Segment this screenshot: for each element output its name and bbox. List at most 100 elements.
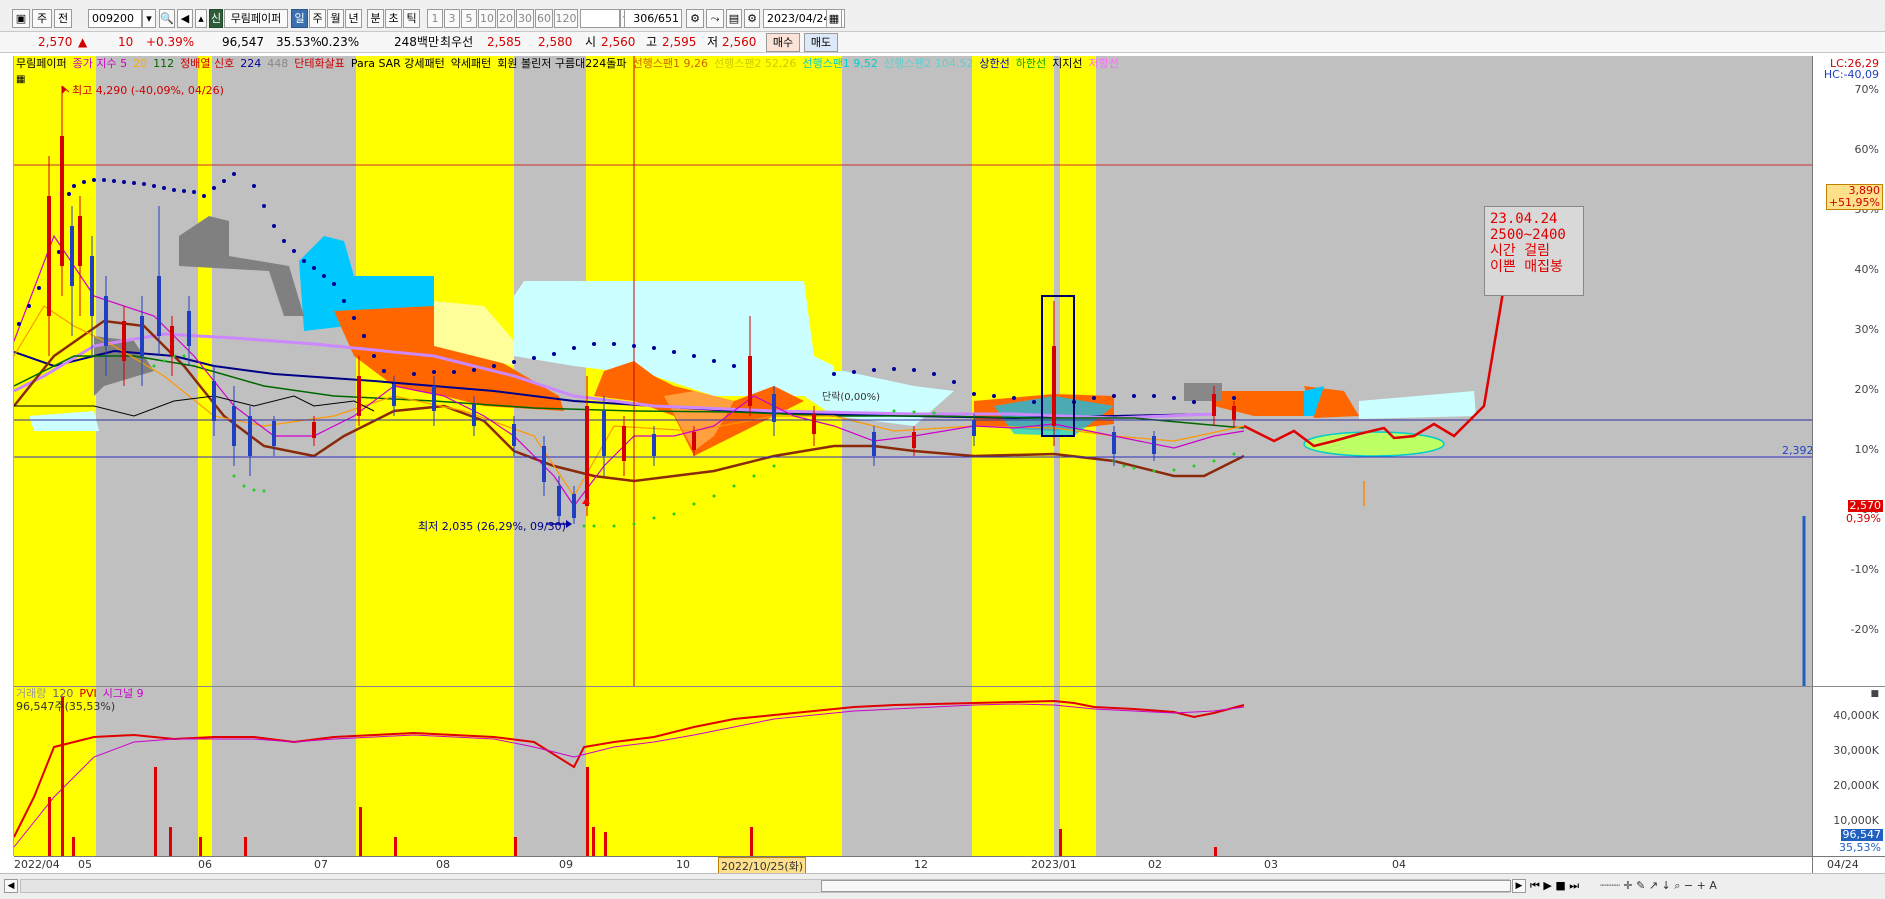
- interval-second[interactable]: 초: [385, 9, 402, 28]
- main-legend-item[interactable]: 정배열 신호: [180, 57, 234, 70]
- main-legend-item[interactable]: 저항선: [1088, 57, 1118, 70]
- layout-icon[interactable]: ▣: [12, 9, 30, 28]
- minute-5[interactable]: 5: [461, 9, 477, 28]
- volume-chart-svg: [14, 687, 1812, 856]
- main-legend-item[interactable]: 무림페이퍼: [16, 57, 67, 70]
- pencil-icon[interactable]: ✎: [1636, 879, 1645, 892]
- sell-button[interactable]: 매도: [804, 33, 838, 52]
- best-bid: 2,580: [538, 35, 573, 49]
- market-select[interactable]: 전: [54, 9, 72, 28]
- interval-minute[interactable]: 분: [367, 9, 384, 28]
- compare-icon[interactable]: ⤳: [706, 9, 724, 28]
- interval-month[interactable]: 월: [327, 9, 344, 28]
- pointer-icon[interactable]: ↗: [1649, 879, 1658, 892]
- main-legend-item[interactable]: 선행스팬2 52,26: [714, 57, 796, 70]
- minus-icon[interactable]: −: [1684, 879, 1693, 892]
- scroll-left-icon[interactable]: ◀: [4, 879, 18, 893]
- arrow-down-icon[interactable]: ↓: [1662, 879, 1671, 892]
- playback-controls[interactable]: ⏮ ▶ ■ ⏭: [1530, 879, 1579, 893]
- current-price-tag: 2,570: [1847, 499, 1883, 512]
- high-label: 고: [646, 35, 658, 49]
- memo-line-date: 23.04.24: [1490, 211, 1558, 227]
- collapse-icon[interactable]: ■: [1870, 689, 1879, 699]
- main-legend-item[interactable]: 단테화살표: [294, 57, 345, 70]
- up-arrow-icon: ▲: [78, 35, 88, 49]
- x-tick: 05: [78, 858, 92, 871]
- new-badge[interactable]: 신: [209, 9, 223, 28]
- stock-code-input[interactable]: 009200: [88, 9, 142, 28]
- volume-background-bands: [14, 687, 1812, 856]
- grid-icon[interactable]: ▦: [16, 74, 25, 85]
- main-legend-item[interactable]: 선행스팬1 9,52: [802, 57, 877, 70]
- rewind-icon[interactable]: ⏮: [1530, 879, 1540, 892]
- prev-stock-icon[interactable]: ▴: [195, 9, 207, 28]
- main-legend-item[interactable]: 선행스팬2 104,52: [884, 57, 973, 70]
- volume-chart-panel[interactable]: 거래량 120 PVI 시그널 9 96,547주(35,53%): [14, 686, 1812, 856]
- main-legend-item[interactable]: 하한선: [1016, 57, 1046, 70]
- buy-button[interactable]: 매수: [766, 33, 800, 52]
- minute-3[interactable]: 3: [444, 9, 460, 28]
- fast-forward-icon[interactable]: ⏭: [1569, 879, 1579, 892]
- x-tick: 03: [1264, 858, 1278, 871]
- price-chart-panel[interactable]: 무림페이퍼 종가 지수 5 20 112 정배열 신호 224 448 단테화살표 Para S…: [14, 56, 1812, 686]
- trade-amount: 248백만: [394, 35, 439, 49]
- memo-line-range: 2500~2400: [1490, 227, 1566, 243]
- main-legend-item[interactable]: 224: [240, 57, 261, 70]
- minute-120[interactable]: 120: [554, 9, 578, 28]
- last-date-label: 04/24: [1827, 858, 1859, 871]
- volume-tag: 96,547: [1840, 828, 1883, 841]
- search-icon[interactable]: 🔍: [159, 9, 175, 28]
- chart-window: ▣ 주 전 009200 ▾ 🔍 ◀ ▴ 신 무림페이퍼 일 주 월 년 분 초…: [0, 0, 1885, 899]
- horizontal-scrollbar[interactable]: ◀ ▶ ⏮ ▶ ■ ⏭ ┈┈┈ ✛ ✎ ↗ ↓ ⌕ − + A: [0, 873, 1885, 899]
- interval-week[interactable]: 주: [309, 9, 326, 28]
- scroll-thumb[interactable]: [821, 880, 1511, 892]
- stop-icon[interactable]: ■: [1555, 879, 1565, 892]
- y-tick: -10%: [1850, 563, 1879, 576]
- calendar-icon[interactable]: ▦: [826, 9, 842, 28]
- main-legend-item[interactable]: 448: [267, 57, 288, 70]
- plus-icon[interactable]: +: [1697, 879, 1706, 892]
- custom-interval-input[interactable]: [580, 9, 620, 28]
- volume-value: 96,547: [222, 35, 264, 49]
- memo-line-comment: 이쁜 매집봉: [1490, 259, 1563, 275]
- minute-60[interactable]: 60: [535, 9, 553, 28]
- minute-20[interactable]: 20: [497, 9, 515, 28]
- minute-30[interactable]: 30: [516, 9, 534, 28]
- zoom-icon[interactable]: ⌕: [1674, 879, 1680, 892]
- main-legend-item[interactable]: 지지선: [1052, 57, 1082, 70]
- open-price: 2,560: [601, 35, 636, 49]
- main-legend-item[interactable]: 상한선: [979, 57, 1009, 70]
- minute-10[interactable]: 10: [478, 9, 496, 28]
- ruler-icon[interactable]: ┈┈┈: [1600, 879, 1620, 892]
- main-legend-item[interactable]: 종가 지수 5: [73, 57, 127, 70]
- scroll-track[interactable]: [20, 879, 1511, 893]
- main-legend-item[interactable]: 112: [153, 57, 174, 70]
- play-icon[interactable]: ▶: [1543, 879, 1551, 892]
- main-legend-item[interactable]: 20: [133, 57, 147, 70]
- memo-note[interactable]: 23.04.24 2500~2400 시간 걸림 이쁜 매집봉: [1484, 206, 1584, 296]
- font-icon[interactable]: A: [1709, 879, 1717, 892]
- save-icon[interactable]: ▤: [726, 9, 742, 28]
- interval-tick[interactable]: 틱: [403, 9, 420, 28]
- tools-icon[interactable]: ⚙: [686, 9, 704, 28]
- main-legend-item[interactable]: 선행스팬1 9,26: [632, 57, 707, 70]
- stock-name-field: 무림페이퍼: [224, 9, 288, 28]
- volume-y-axis[interactable]: ■ 40,000K 30,000K 20,000K 10,000K 96,547…: [1812, 686, 1885, 856]
- period-select[interactable]: 주: [32, 9, 52, 28]
- crosshair-icon[interactable]: ✛: [1623, 879, 1632, 892]
- main-legend-item[interactable]: 약세패턴: [451, 57, 491, 70]
- main-legend-item[interactable]: Para SAR 강세패턴: [351, 57, 445, 70]
- interval-day[interactable]: 일: [291, 9, 308, 28]
- volume-ratio: 35.53%: [276, 35, 322, 49]
- code-dropdown-icon[interactable]: ▾: [142, 9, 156, 28]
- price-y-axis[interactable]: LC:26,29 HC:-40,09 70% 60% 50% 40% 30% 2…: [1812, 56, 1885, 686]
- minute-1[interactable]: 1: [427, 9, 443, 28]
- interval-year[interactable]: 년: [345, 9, 362, 28]
- speaker-icon[interactable]: ◀: [177, 9, 193, 28]
- vol-tick: 40,000K: [1833, 709, 1879, 722]
- main-legend-item[interactable]: 회원 볼린저 구름대224돌파: [497, 57, 626, 70]
- bar-count-input[interactable]: 306/651: [624, 9, 682, 28]
- zoom-controls[interactable]: ┈┈┈ ✛ ✎ ↗ ↓ ⌕ − + A: [1600, 879, 1717, 893]
- scroll-right-icon[interactable]: ▶: [1512, 879, 1526, 893]
- settings-icon[interactable]: ⚙: [744, 9, 760, 28]
